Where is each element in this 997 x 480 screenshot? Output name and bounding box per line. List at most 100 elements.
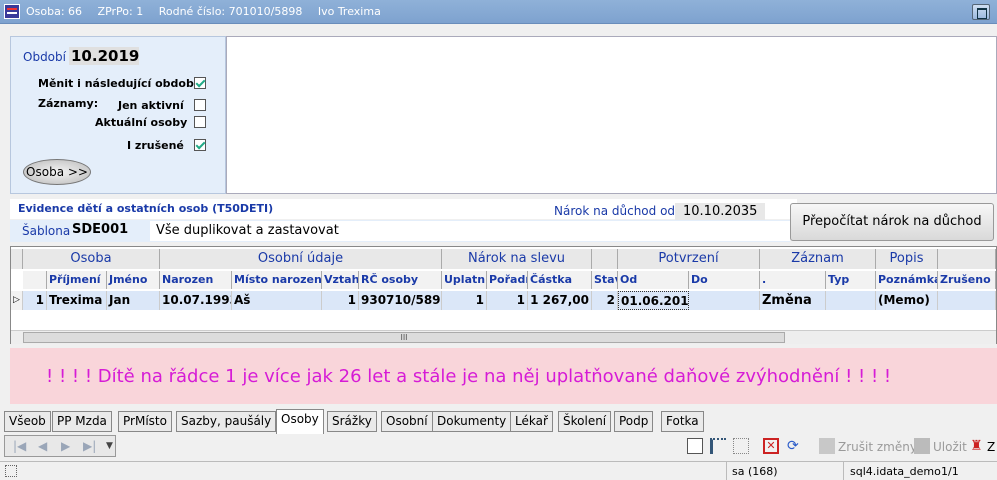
record-navigator: |◀ ◀ ▶ ▶| ▼ [4,435,116,457]
title-name: Ivo Trexima [317,5,381,18]
evidence-title: Evidence dětí a ostatních osob (T50DETI) [18,202,274,215]
cell-castka[interactable]: 1 267,00 [528,291,592,310]
extra-tool-icon[interactable]: ♜ [970,438,986,454]
group-osobni-udaje: Osobní údaje [160,249,442,269]
cancel-changes-icon[interactable] [819,438,835,454]
status-divider [726,462,727,480]
menit-checkbox[interactable] [194,77,206,89]
title-bar: Osoba: 66 ZPrPo: 1 Rodné číslo: 701010/5… [0,0,997,24]
cell-zruseno[interactable] [938,291,996,310]
osoba-button[interactable]: Osoba >> [23,159,91,185]
cell-vztah[interactable]: 1 [322,291,359,310]
zrusene-label: I zrušené [127,139,184,152]
cell-poradi[interactable]: 1 [487,291,528,310]
delete-icon[interactable]: ✕ [763,438,779,454]
cancel-changes-button[interactable]: Zrušit změny [838,440,917,454]
col-misto[interactable]: Místo narození [232,271,322,289]
grid-corner [11,249,23,269]
save-icon[interactable] [914,438,930,454]
col-uplatnit[interactable]: Uplatnit [442,271,487,289]
col-do[interactable]: Do [689,271,760,289]
new-record-icon[interactable] [687,438,703,454]
resize-grip-icon [5,465,17,477]
maximize-button[interactable] [972,4,990,20]
cell-rc[interactable]: 930710/5898 [359,291,442,310]
tab-vseob[interactable]: Všeob [4,411,51,432]
grid-view-icon[interactable] [733,438,749,454]
prev-record-icon[interactable]: ◀ [38,439,47,453]
col-prijmeni[interactable]: Příjmení [47,271,107,289]
col-rc[interactable]: RČ osoby [359,271,442,289]
cell-narozen[interactable]: 10.07.1993 [160,291,232,310]
tab-osobni[interactable]: Osobní [381,411,433,432]
title-zprpo: ZPrPo: 1 [97,5,144,18]
status-bar: sa (168) sql4.idata_demo 1/1 [0,461,997,480]
tab-dokumenty[interactable]: Dokumenty [432,411,512,432]
scrollbar-thumb[interactable]: III [23,332,785,343]
next-record-icon[interactable]: ▶ [61,439,70,453]
col-typ[interactable]: Typ [826,271,876,289]
menit-label: Měnit i následující období [38,77,198,90]
cell-prijmeni[interactable]: Trexima [47,291,107,310]
sablona-code-field[interactable]: SDE001 [72,222,150,240]
tab-prmisto[interactable]: PrMísto [118,411,172,432]
save-button[interactable]: Uložit [933,440,967,454]
filter-panel: Období 10.2019 Měnit i následující obdob… [10,36,226,194]
horizontal-scrollbar[interactable]: III [11,330,996,344]
narok-field[interactable]: 10.10.2035 [675,203,765,221]
extra-tool-label[interactable]: Z [987,440,995,454]
col-vztah[interactable]: Vztah [322,271,359,289]
list-icon[interactable] [710,438,726,454]
tab-pp-mzda[interactable]: PP Mzda [52,411,112,432]
tab-fotka[interactable]: Fotka [661,411,704,432]
obdobi-field[interactable]: 10.2019 [69,47,139,65]
col-zruseno[interactable]: Zrušeno [938,271,996,289]
group-popis: Popis [876,249,938,269]
sablona-label: Šablona [22,224,71,238]
col-poradi[interactable]: Pořadí [487,271,528,289]
last-record-icon[interactable]: ▶| [83,439,96,453]
tab-podp[interactable]: Podp [614,411,654,432]
cell-misto[interactable]: Aš [232,291,322,310]
sablona-text-field[interactable]: Vše duplikovat a zastavovat [150,221,790,241]
tab-osoby[interactable]: Osoby [276,409,324,434]
col-narozen[interactable]: Narozen [160,271,232,289]
first-record-icon[interactable]: |◀ [13,439,26,453]
cell-typ[interactable] [826,291,876,310]
group-zaznam: Záznam [760,249,876,269]
col-poznamka[interactable]: Poznámka [876,271,938,289]
cell-do[interactable] [689,291,760,310]
cell-od[interactable]: 01.06.2019 [618,291,689,310]
zrusene-checkbox[interactable] [194,139,206,151]
cell-num[interactable]: 1 [23,291,47,310]
tab-sazby[interactable]: Sazby, paušály [176,411,277,432]
tab-lekar[interactable]: Lékař [510,411,553,432]
cell-poznamka[interactable]: (Memo) [876,291,938,310]
status-user: sa (168) [732,465,778,478]
aktualni-osoby-checkbox[interactable] [194,116,206,128]
recalc-narok-button[interactable]: Přepočítat nárok na důchod [790,203,994,241]
tab-srazky[interactable]: Srážky [327,411,377,432]
tab-skoleni[interactable]: Školení [558,411,612,432]
col-od[interactable]: Od [618,271,689,289]
col-castka[interactable]: Částka [528,271,592,289]
group-blank [938,249,996,269]
memo-area[interactable] [226,36,997,194]
col-zaznam[interactable]: . [760,271,826,289]
cell-stav[interactable]: 2 [592,291,618,310]
status-db: sql4.idata_demo [850,465,941,478]
zaznamy-label: Záznamy: [38,97,99,110]
refresh-icon[interactable]: ⟳ [787,438,803,454]
cell-zaznam[interactable]: Změna [760,291,826,310]
col-jmeno[interactable]: Jméno [107,271,160,289]
chevron-down-icon[interactable]: ▼ [106,441,113,451]
col-stav[interactable]: Stav [592,271,618,289]
row-indicator[interactable]: ▷ [11,291,23,310]
title-osoba: Osoba: 66 [26,5,83,18]
status-divider [843,462,844,480]
col-index[interactable] [23,271,47,289]
cell-uplatnit[interactable]: 1 [442,291,487,310]
jen-aktivni-checkbox[interactable] [194,99,206,111]
cell-jmeno[interactable]: Jan [107,291,160,310]
group-osoba: Osoba [23,249,160,269]
